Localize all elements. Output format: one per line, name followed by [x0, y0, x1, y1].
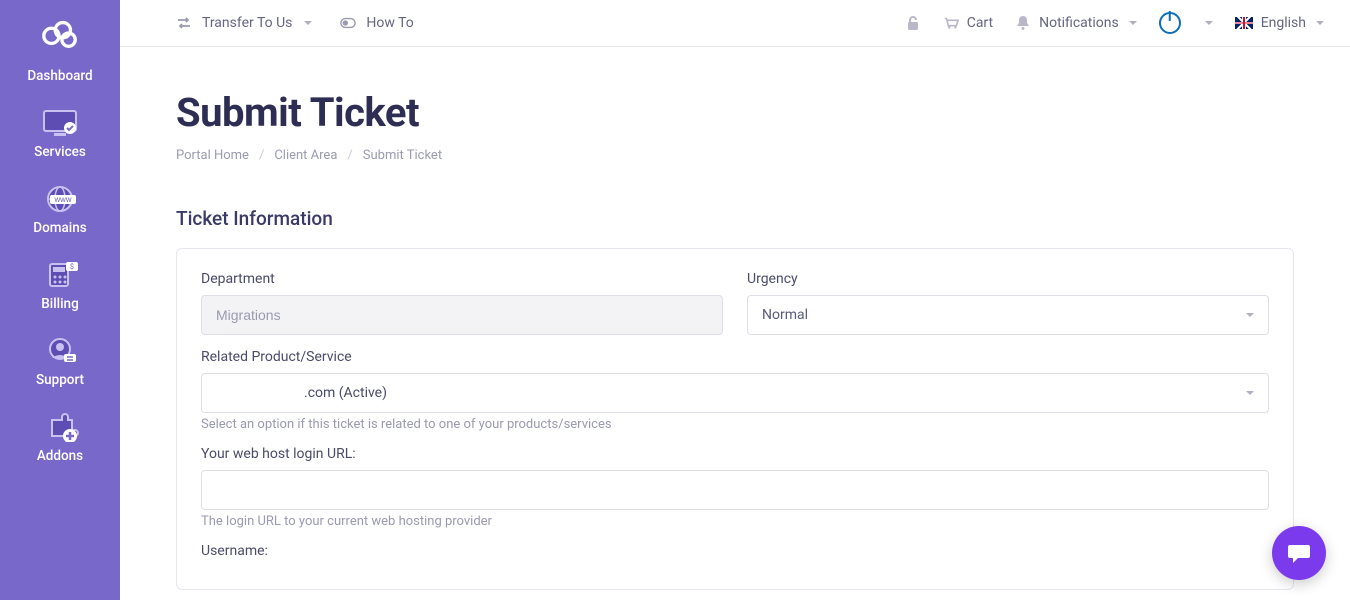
chevron-down-icon: [1246, 391, 1254, 395]
sidebar-item-services[interactable]: Services: [0, 98, 120, 174]
calculator-icon: $: [40, 260, 80, 290]
topnav: Transfer To Us How To Cart Notifications: [120, 0, 1350, 47]
breadcrumb-sep: /: [259, 148, 264, 163]
nav-howto-label: How To: [366, 15, 413, 31]
sidebar: Dashboard Services WWW Domains $ Billing…: [0, 0, 120, 600]
chevron-down-icon: [1246, 313, 1254, 317]
breadcrumb-current: Submit Ticket: [363, 148, 442, 163]
sidebar-item-addons[interactable]: Addons: [0, 402, 120, 478]
bell-icon: [1015, 15, 1031, 31]
loginurl-help: The login URL to your current web hostin…: [201, 514, 1269, 529]
sidebar-item-label: Domains: [0, 220, 120, 236]
nav-cart[interactable]: Cart: [943, 15, 993, 31]
chevron-down-icon: [1205, 21, 1213, 25]
ticket-form-card: Department Urgency Normal Related Produc…: [176, 248, 1294, 590]
sidebar-item-label: Support: [0, 372, 120, 388]
monitor-icon: [40, 108, 80, 138]
sidebar-item-label: Dashboard: [0, 68, 120, 84]
nav-transfer-label: Transfer To Us: [202, 15, 292, 31]
sidebar-item-dashboard[interactable]: Dashboard: [0, 58, 120, 98]
main-content: Submit Ticket Portal Home / Client Area …: [120, 47, 1350, 600]
nav-language-label: English: [1261, 15, 1306, 31]
urgency-label: Urgency: [747, 271, 1269, 287]
nav-currency[interactable]: [1203, 21, 1213, 25]
nav-notifications-label: Notifications: [1039, 15, 1119, 31]
department-input: [201, 295, 723, 335]
lock-icon[interactable]: [905, 15, 921, 31]
breadcrumb-sep: /: [347, 148, 352, 163]
power-icon: [1159, 12, 1181, 34]
page-title: Submit Ticket: [176, 89, 1294, 136]
nav-transfer[interactable]: Transfer To Us: [176, 15, 312, 31]
loginurl-input[interactable]: [201, 470, 1269, 510]
sidebar-item-label: Addons: [0, 448, 120, 464]
loginurl-label: Your web host login URL:: [201, 446, 1269, 462]
product-help: Select an option if this ticket is relat…: [201, 417, 1269, 432]
headset-icon: [40, 336, 80, 366]
breadcrumb: Portal Home / Client Area / Submit Ticke…: [176, 148, 1294, 163]
product-select[interactable]: .com (Active): [201, 373, 1269, 413]
urgency-select[interactable]: Normal: [747, 295, 1269, 335]
sidebar-item-domains[interactable]: WWW Domains: [0, 174, 120, 250]
transfer-icon: [176, 15, 192, 31]
username-label: Username:: [201, 543, 1269, 559]
svg-text:WWW: WWW: [55, 198, 72, 204]
sidebar-item-label: Billing: [0, 296, 120, 312]
section-title: Ticket Information: [176, 207, 1294, 230]
nav-language[interactable]: English: [1235, 15, 1324, 31]
chevron-down-icon: [1129, 21, 1137, 25]
nav-howto[interactable]: How To: [340, 15, 413, 31]
sidebar-item-label: Services: [0, 144, 120, 160]
chat-icon: [1287, 542, 1311, 564]
chevron-down-icon: [304, 21, 312, 25]
puzzle-icon: [40, 412, 80, 442]
chat-button[interactable]: [1272, 526, 1326, 580]
urgency-value: Normal: [762, 307, 808, 323]
globe-icon: WWW: [40, 184, 80, 214]
svg-text:$: $: [70, 263, 74, 271]
nav-notifications[interactable]: Notifications: [1015, 15, 1137, 31]
department-label: Department: [201, 271, 723, 287]
brand-logo[interactable]: [40, 18, 80, 48]
cart-icon: [943, 15, 959, 31]
nav-power[interactable]: [1159, 12, 1181, 34]
product-label: Related Product/Service: [201, 349, 1269, 365]
sidebar-item-support[interactable]: Support: [0, 326, 120, 402]
breadcrumb-client[interactable]: Client Area: [274, 148, 337, 163]
breadcrumb-home[interactable]: Portal Home: [176, 148, 249, 163]
nav-cart-label: Cart: [967, 15, 993, 31]
flag-uk-icon: [1235, 17, 1253, 29]
product-value: .com (Active): [216, 385, 387, 401]
chevron-down-icon: [1316, 21, 1324, 25]
sidebar-item-billing[interactable]: $ Billing: [0, 250, 120, 326]
toggle-icon: [340, 15, 356, 31]
